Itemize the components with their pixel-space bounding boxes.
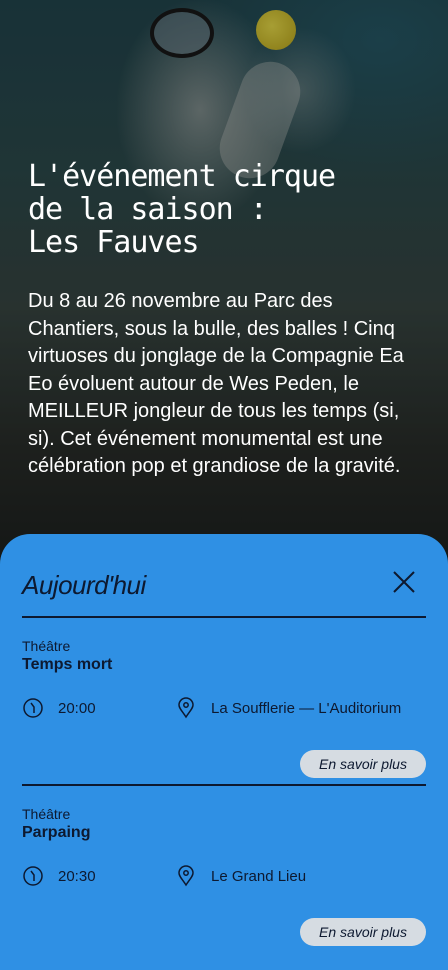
hero-title: L'événement cirque de la saison : Les Fa… (28, 160, 418, 259)
event-name[interactable]: Temps mort (22, 656, 426, 674)
event-category: Théâtre (22, 638, 71, 654)
event-time-label: 20:30 (58, 867, 96, 885)
hero-title-line: de la saison : (28, 192, 268, 227)
event-item: Théâtre Parpaing 20:30 Le Grand Lieu En … (22, 806, 426, 946)
event-item: Théâtre Temps mort 20:00 La Soufflerie —… (22, 638, 426, 778)
event-category: Théâtre (22, 806, 71, 822)
hero-description: Du 8 au 26 novembre au Parc des Chantier… (28, 290, 404, 477)
event-venue-label: Le Grand Lieu (211, 867, 307, 885)
panel-header: Aujourd'hui (22, 570, 426, 601)
event-meta: 20:00 La Soufflerie — L'Auditorium (22, 696, 426, 720)
event-name[interactable]: Parpaing (22, 824, 426, 842)
divider (22, 784, 426, 786)
hero-title-line: L'événement cirque (28, 159, 336, 194)
event-venue: La Soufflerie — L'Auditorium (175, 696, 401, 720)
event-venue-label: La Soufflerie — L'Auditorium (211, 699, 402, 717)
hero-title-line: Les Fauves (28, 225, 200, 260)
event-time: 20:30 (22, 864, 96, 888)
today-panel: Aujourd'hui Théâtre Temps mort 20:00 La … (0, 534, 448, 970)
event-meta: 20:30 Le Grand Lieu (22, 864, 426, 888)
divider (22, 616, 426, 618)
close-icon (393, 571, 415, 593)
clock-icon (23, 698, 43, 718)
more-info-button[interactable]: En savoir plus (300, 750, 426, 778)
clock-icon (23, 866, 43, 886)
more-info-button[interactable]: En savoir plus (300, 918, 426, 946)
location-pin-icon (178, 697, 194, 719)
location-pin-icon (178, 865, 194, 887)
event-time: 20:00 (22, 696, 96, 720)
close-button[interactable] (390, 568, 418, 596)
hero-section: L'événement cirque de la saison : Les Fa… (0, 0, 448, 560)
panel-title: Aujourd'hui (22, 570, 146, 600)
event-time-label: 20:00 (58, 699, 96, 717)
event-venue: Le Grand Lieu (175, 864, 306, 888)
